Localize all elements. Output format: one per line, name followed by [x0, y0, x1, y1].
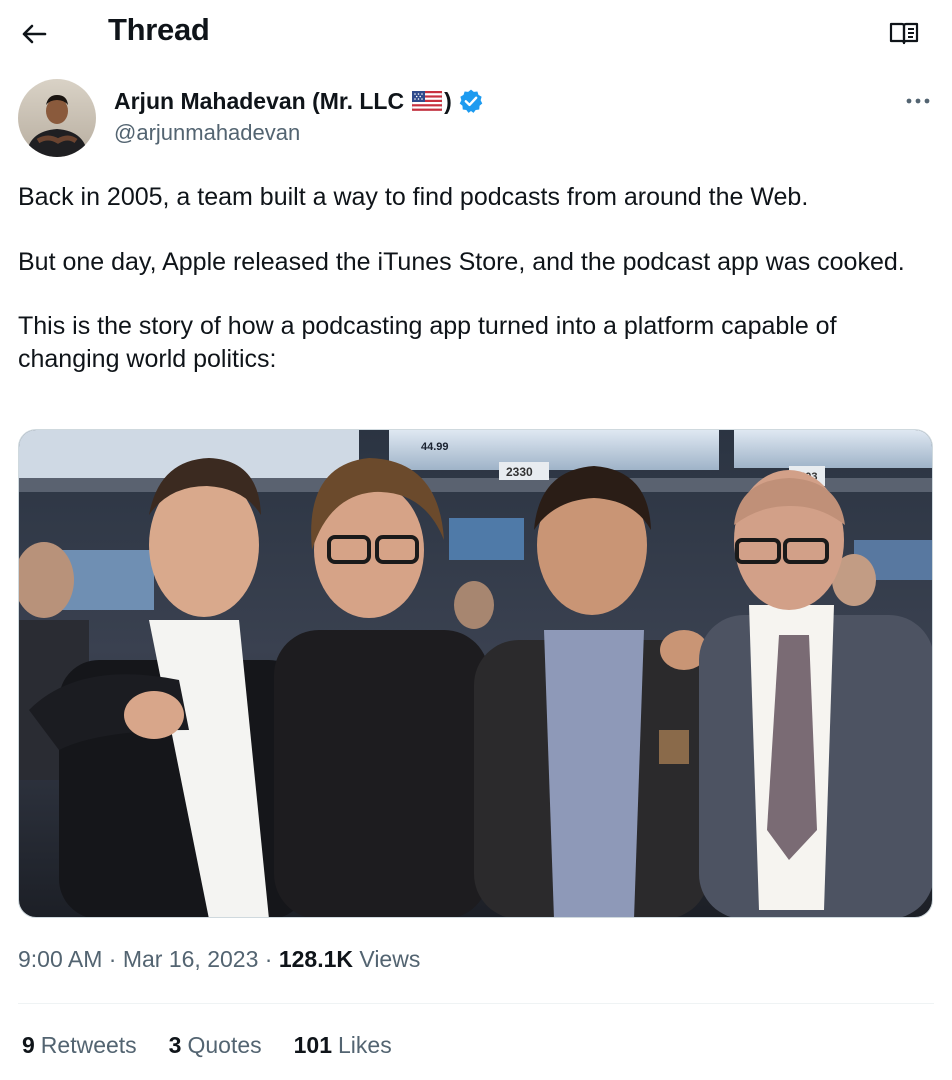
top-bar: Thread — [0, 0, 952, 66]
author-handle[interactable]: @arjunmahadevan — [114, 120, 300, 146]
tweet-time[interactable]: 9:00 AM — [18, 946, 102, 972]
page-title: Thread — [108, 12, 210, 47]
tweet-date[interactable]: Mar 16, 2023 — [123, 946, 259, 972]
quotes-label: Quotes — [187, 1032, 262, 1058]
back-button[interactable] — [14, 14, 54, 54]
more-options-icon — [906, 98, 930, 104]
avatar-image — [18, 79, 96, 157]
tweet-paragraph: Back in 2005, a team built a way to find… — [18, 183, 809, 211]
views-count: 128.1K — [278, 946, 353, 972]
retweets-count: 9 — [22, 1032, 35, 1058]
author-row: Arjun Mahadevan (Mr. LLC ) — [114, 86, 484, 116]
screen-sign: 2330 — [506, 465, 533, 479]
verified-badge-icon — [459, 89, 483, 113]
arrow-left-icon — [22, 24, 47, 44]
photo-illustration: 44.99 2330 1403 — [19, 430, 932, 917]
us-flag-icon — [412, 91, 443, 111]
author-name-close: ) — [444, 87, 452, 114]
more-options-button[interactable] — [898, 86, 938, 116]
likes-stat[interactable]: 101 Likes — [294, 1032, 392, 1059]
separator: · — [264, 946, 273, 972]
tweet-text: Back in 2005, a team built a way to find… — [18, 181, 934, 407]
author-name[interactable]: Arjun Mahadevan (Mr. LLC — [114, 88, 404, 115]
tweet-meta: 9:00 AM · Mar 16, 2023 · 128.1K Views — [18, 946, 420, 973]
views-label: Views — [359, 946, 421, 972]
quotes-count: 3 — [168, 1032, 182, 1058]
tweet-photo[interactable]: 44.99 2330 1403 — [18, 429, 933, 918]
reader-mode-button[interactable] — [884, 16, 924, 50]
likes-count: 101 — [293, 1032, 332, 1058]
tweet-paragraph: But one day, Apple released the iTunes S… — [18, 247, 905, 276]
screen-sign: 44.99 — [421, 441, 449, 453]
open-book-icon — [889, 22, 919, 45]
avatar[interactable] — [18, 79, 96, 157]
retweets-stat[interactable]: 9 Retweets — [22, 1032, 137, 1059]
divider — [18, 1003, 934, 1004]
engagement-stats: 9 Retweets 3 Quotes 101 Likes — [22, 1032, 392, 1059]
likes-label: Likes — [338, 1032, 392, 1058]
retweets-label: Retweets — [40, 1032, 137, 1058]
quotes-stat[interactable]: 3 Quotes — [169, 1032, 262, 1059]
separator: · — [108, 946, 117, 972]
tweet-paragraph: This is the story of how a podcasting ap… — [18, 312, 837, 373]
